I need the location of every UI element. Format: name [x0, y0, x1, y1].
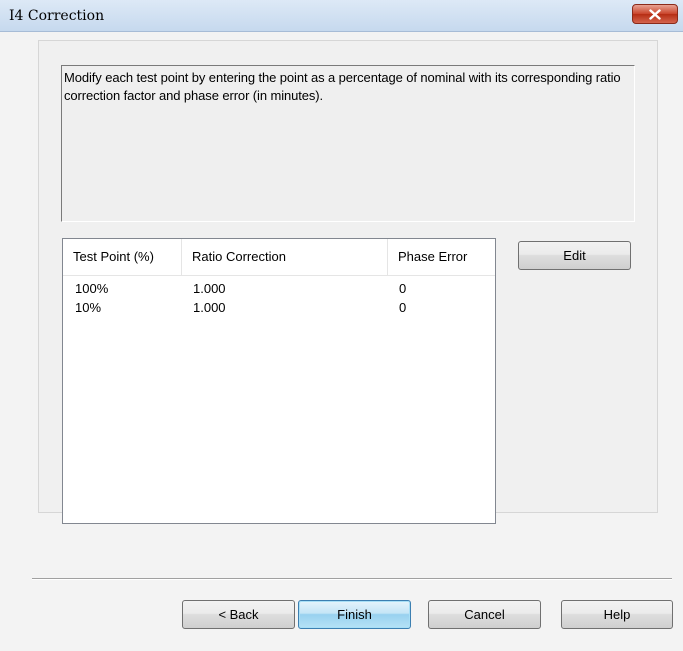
list-header: Test Point (%) Ratio Correction Phase Er… — [63, 239, 495, 276]
table-row[interactable]: 100% 1.000 0 — [63, 279, 495, 298]
test-points-list[interactable]: Test Point (%) Ratio Correction Phase Er… — [62, 238, 496, 524]
cancel-button[interactable]: Cancel — [428, 600, 541, 629]
cell-test-point: 100% — [75, 281, 109, 296]
cell-ratio-correction: 1.000 — [193, 281, 226, 296]
cell-phase-error: 0 — [399, 300, 407, 315]
finish-button[interactable]: Finish — [298, 600, 411, 629]
cell-ratio-correction: 1.000 — [193, 300, 226, 315]
column-header-test-point[interactable]: Test Point (%) — [63, 239, 182, 275]
back-button[interactable]: < Back — [182, 600, 295, 629]
column-header-ratio-correction[interactable]: Ratio Correction — [182, 239, 388, 275]
footer-separator — [32, 578, 672, 580]
cell-test-point: 10% — [75, 300, 102, 315]
edit-button[interactable]: Edit — [518, 241, 631, 270]
help-button[interactable]: Help — [561, 600, 673, 629]
column-header-phase-error[interactable]: Phase Error — [388, 239, 495, 275]
close-button[interactable] — [632, 4, 678, 24]
instructions-text: Modify each test point by entering the p… — [61, 65, 635, 222]
title-bar: I4 Correction — [0, 0, 683, 32]
close-x-icon — [649, 8, 661, 20]
table-row[interactable]: 10% 1.000 0 — [63, 298, 495, 317]
cell-phase-error: 0 — [399, 281, 407, 296]
window-title: I4 Correction — [9, 8, 105, 24]
